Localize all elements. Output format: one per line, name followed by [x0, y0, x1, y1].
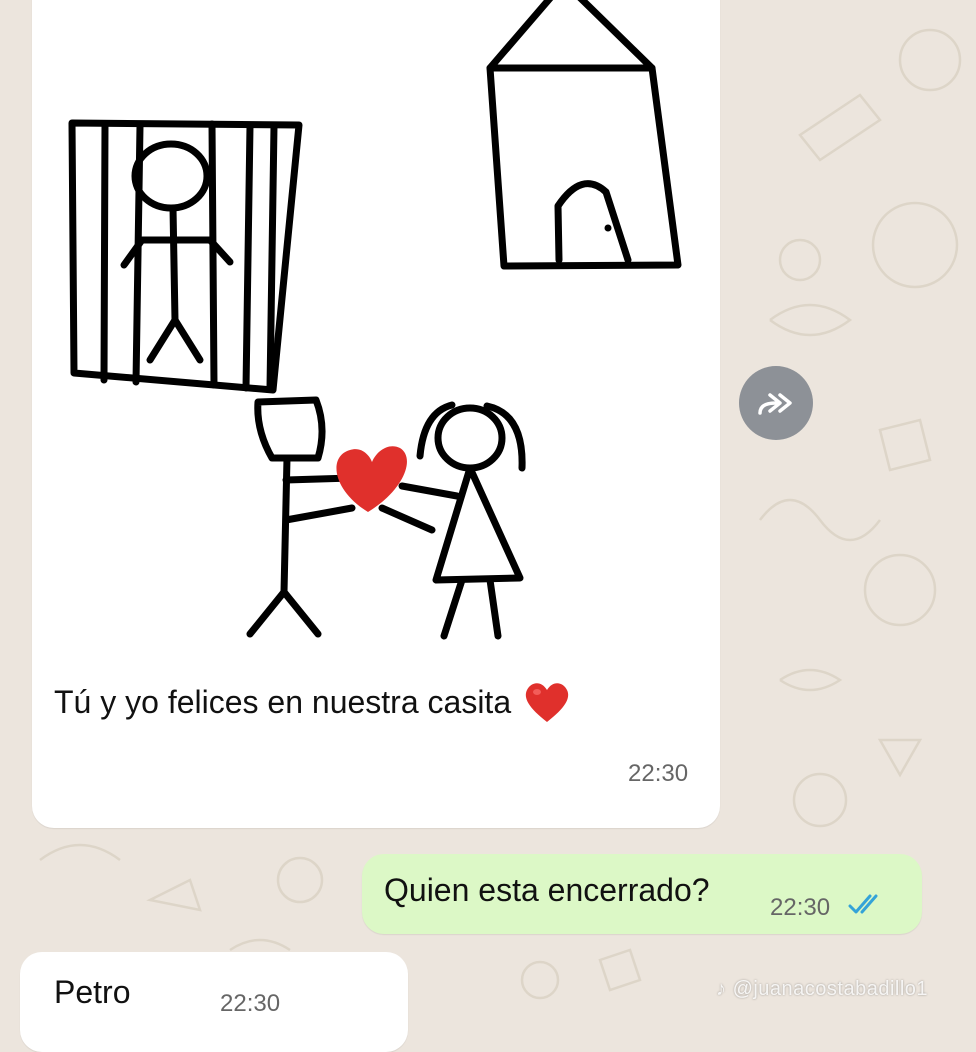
double-forward-arrow-icon — [758, 393, 792, 415]
incoming-image-message[interactable]: Tú y yo felices en nuestra casita 22:30 — [32, 0, 720, 828]
image-caption: Tú y yo felices en nuestra casita — [54, 680, 571, 724]
message-time: 22:30 — [770, 894, 831, 921]
red-heart-emoji-icon — [525, 683, 569, 722]
jail-cell-drawing — [68, 119, 303, 394]
stick-figure-drawing[interactable] — [32, 0, 720, 680]
boy-figure — [246, 396, 356, 638]
house-drawing — [486, 0, 682, 270]
girl-figure — [378, 401, 526, 640]
heart-drawing — [336, 446, 407, 512]
message-time: 22:30 — [628, 760, 689, 787]
incoming-message[interactable]: Petro 22:30 — [20, 952, 408, 1052]
double-check-read-icon — [848, 894, 878, 914]
forward-button[interactable] — [739, 366, 813, 440]
tiktok-icon: ♪ — [716, 978, 727, 1000]
tiktok-watermark: ♪ @juanacostabadillo1 — [716, 978, 928, 1001]
caption-text: Tú y yo felices en nuestra casita — [54, 683, 512, 720]
message-text: Petro — [54, 974, 131, 1010]
message-text: Quien esta encerrado? — [384, 872, 710, 908]
outgoing-message[interactable]: Quien esta encerrado? 22:30 — [362, 854, 922, 934]
message-time: 22:30 — [220, 990, 281, 1017]
watermark-text: @juanacostabadillo1 — [732, 978, 929, 1000]
